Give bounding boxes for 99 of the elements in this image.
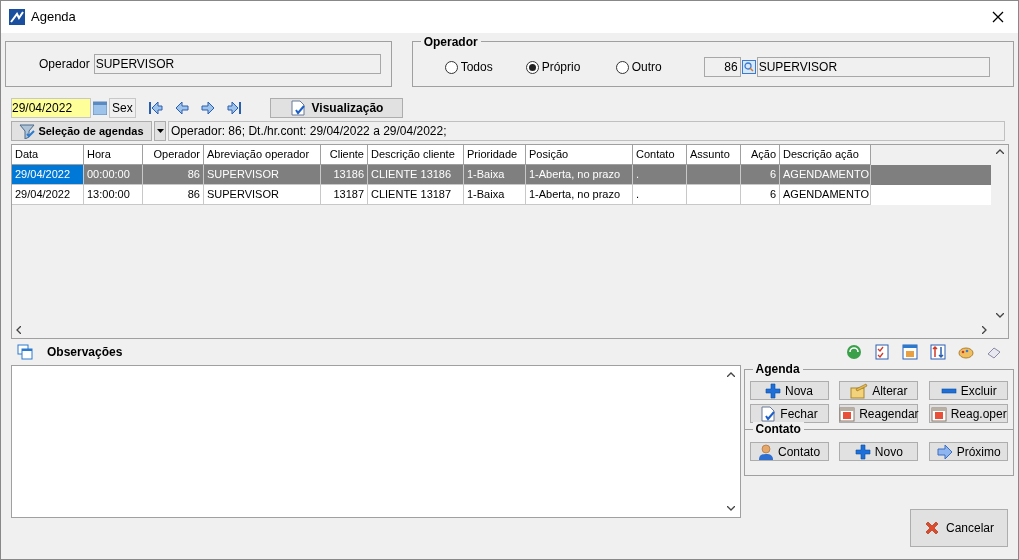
chevron-up-icon xyxy=(995,149,1004,154)
plus-icon xyxy=(765,382,782,399)
chevron-right-icon xyxy=(982,325,987,334)
windows-icon xyxy=(17,344,33,360)
action-button[interactable]: Excluir xyxy=(929,381,1009,400)
table-cell: 86 xyxy=(143,185,204,205)
dropdown-button[interactable] xyxy=(154,121,166,141)
action-button[interactable]: Reag.oper xyxy=(929,404,1009,423)
search-button[interactable] xyxy=(741,60,756,74)
column-header[interactable]: Assunto xyxy=(687,145,741,165)
table-cell: 1-Aberta, no prazo xyxy=(526,185,633,205)
date-field[interactable]: 29/04/2022 xyxy=(11,97,91,118)
radio-option[interactable]: Todos xyxy=(444,58,526,76)
app-logo-icon xyxy=(9,9,25,25)
table-cell: 13:00:00 xyxy=(84,185,143,205)
refresh-button[interactable] xyxy=(846,344,862,360)
arrow-right-icon xyxy=(936,443,953,460)
last-page-button[interactable] xyxy=(226,99,242,116)
column-header[interactable]: Abreviação operador xyxy=(204,145,321,165)
next-button[interactable] xyxy=(200,99,216,116)
radio-button[interactable] xyxy=(444,60,458,74)
folder-pencil-icon xyxy=(850,382,869,399)
table-row[interactable]: 29/04/2022 13:00:00 86 SUPERVISOR 13187 CLIENTE 13187 1-Baixa 1-Aberta, no prazo . 6 AGENDAMENTO xyxy=(12,185,991,205)
weekday-field: Sex xyxy=(109,97,136,118)
window-picture-button[interactable] xyxy=(902,344,918,360)
table-cell: CLIENTE 13187 xyxy=(368,185,464,205)
table-cell: 29/04/2022 xyxy=(12,185,84,205)
column-header[interactable]: Ação xyxy=(741,145,780,165)
operator-name-field[interactable]: SUPERVISOR xyxy=(756,57,990,77)
operator-field[interactable]: SUPERVISOR xyxy=(93,54,381,74)
action-button[interactable]: Fechar xyxy=(749,404,829,423)
action-button[interactable]: Alterar xyxy=(839,381,919,400)
palette-icon xyxy=(958,344,974,360)
action-button[interactable]: Próximo xyxy=(929,442,1009,461)
chevron-up-icon xyxy=(727,372,736,377)
calendar-button[interactable] xyxy=(91,98,109,117)
close-icon xyxy=(992,11,1004,23)
chevron-down-icon xyxy=(995,313,1004,318)
table-cell: SUPERVISOR xyxy=(204,185,321,205)
calendar-icon xyxy=(839,405,856,422)
arrow-left-bar-icon xyxy=(148,99,164,116)
first-page-button[interactable] xyxy=(148,99,164,116)
operator-code-field[interactable]: 86 xyxy=(703,57,741,77)
column-header[interactable]: Operador xyxy=(143,145,204,165)
search-icon xyxy=(743,62,754,72)
arrow-left-icon xyxy=(174,99,190,116)
calendar-icon xyxy=(93,100,107,115)
arrow-right-bar-icon xyxy=(226,99,242,116)
group-title: Contato xyxy=(752,422,804,436)
column-header[interactable]: Descrição ação xyxy=(780,145,871,165)
arrow-right-icon xyxy=(200,99,216,116)
chevron-down-icon xyxy=(727,506,736,511)
document-check-icon xyxy=(289,99,306,116)
chevron-left-icon xyxy=(16,325,21,334)
group-title: Agenda xyxy=(752,362,803,376)
sort-arrows-icon xyxy=(930,344,946,360)
column-header[interactable]: Contato xyxy=(633,145,687,165)
action-button[interactable]: Contato xyxy=(749,442,829,461)
sort-arrows-button[interactable] xyxy=(930,344,946,360)
person-icon xyxy=(758,443,775,460)
window-title: Agenda xyxy=(31,8,76,27)
caret-icon xyxy=(156,129,164,133)
field-label: Operador xyxy=(39,56,90,73)
table-row[interactable]: 29/04/2022 00:00:00 86 SUPERVISOR 13186 CLIENTE 13186 1-Baixa 1-Aberta, no prazo . 6 AGENDAMENTO xyxy=(12,165,991,185)
action-button[interactable]: Reagendar xyxy=(839,404,919,423)
palette-button[interactable] xyxy=(958,344,974,360)
previous-button[interactable] xyxy=(174,99,190,116)
cancel-button[interactable]: Cancelar xyxy=(910,509,1008,547)
selection-button[interactable]: Seleção de agendas xyxy=(11,121,152,141)
section-title: Observações xyxy=(47,344,123,361)
table-cell: . xyxy=(633,185,687,205)
action-button[interactable]: Novo xyxy=(839,442,919,461)
table-cell: 6 xyxy=(741,185,780,205)
table-cell: AGENDAMENTO xyxy=(780,185,871,205)
column-header[interactable]: Prioridade xyxy=(464,145,526,165)
checklist-icon xyxy=(874,344,890,360)
view-button[interactable]: Visualização xyxy=(270,97,403,118)
document-check-icon xyxy=(760,405,777,422)
column-header[interactable]: Descrição cliente xyxy=(368,145,464,165)
table-cell: 29/04/2022 xyxy=(12,165,84,185)
radio-button[interactable] xyxy=(525,60,539,74)
plus-icon xyxy=(854,443,871,460)
refresh-icon xyxy=(846,344,862,360)
window-picture-icon xyxy=(902,344,918,360)
filter-summary-field: Operador: 86; Dt./hr.cont: 29/04/2022 a 29/04/2022; xyxy=(168,121,1005,141)
radio-button[interactable] xyxy=(615,60,629,74)
table-cell: 1-Baixa xyxy=(464,185,526,205)
column-header[interactable]: Posição xyxy=(526,145,633,165)
funnel-icon xyxy=(19,123,36,139)
action-button[interactable]: Nova xyxy=(749,381,829,400)
radio-option[interactable]: Outro xyxy=(615,58,704,76)
table-cell: 13187 xyxy=(321,185,368,205)
column-header[interactable]: Hora xyxy=(84,145,143,165)
calendar-icon xyxy=(930,405,947,422)
column-header[interactable]: Cliente xyxy=(321,145,368,165)
cross-icon xyxy=(924,520,940,536)
radio-option[interactable]: Próprio xyxy=(525,58,616,76)
column-header[interactable]: Data xyxy=(12,145,84,165)
checklist-button[interactable] xyxy=(874,344,890,360)
